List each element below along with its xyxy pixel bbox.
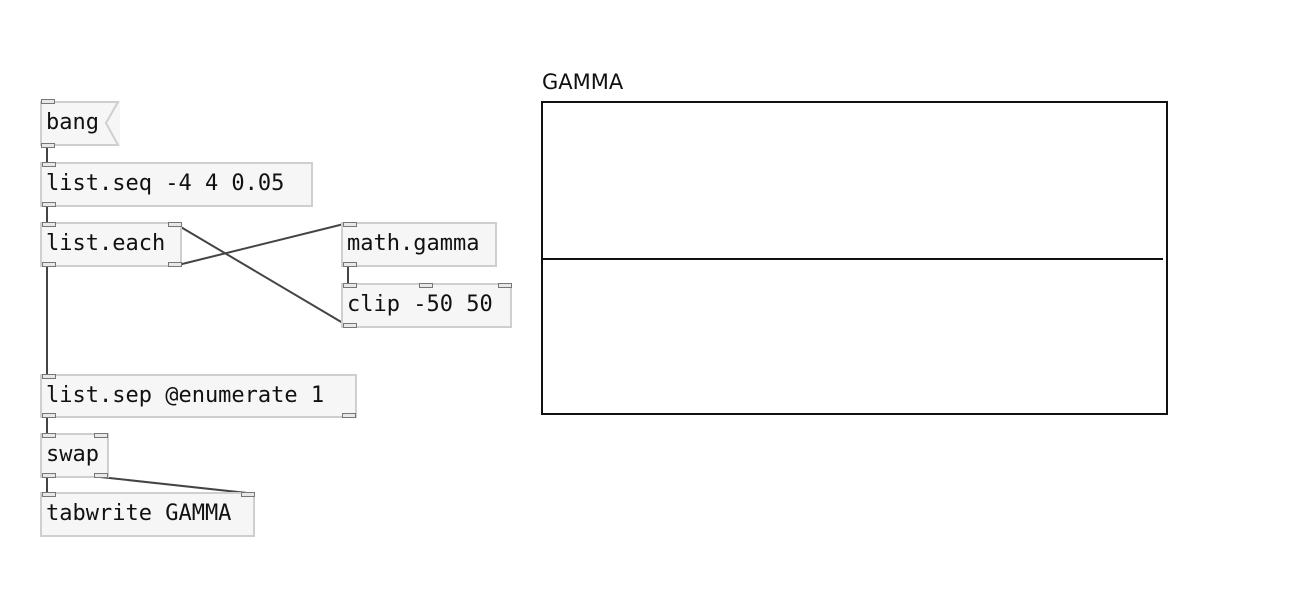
swap-label: swap [46,442,99,467]
outlet-right[interactable] [342,413,356,418]
inlet[interactable] [343,222,357,227]
list-seq-label: list.seq -4 4 0.05 [46,171,285,196]
outlet-left[interactable] [42,473,56,478]
bang-message[interactable]: bang [40,99,120,148]
cord-swap-right-to-tabwrite[interactable] [99,476,248,494]
patch-canvas[interactable]: bang list.seq -4 4 0.05 list.each math.g… [0,0,1294,596]
array-name-label: GAMMA [542,70,624,94]
list-each-label: list.each [46,231,166,256]
list-each-object[interactable]: list.each [40,222,182,267]
tabwrite-label: tabwrite GAMMA [46,501,232,526]
cord-clip-to-listeach-right[interactable] [173,222,349,327]
tabwrite-object[interactable]: tabwrite GAMMA [40,492,255,537]
outlet[interactable] [343,323,357,328]
inlet-left[interactable] [343,283,357,288]
inlet-left[interactable] [42,222,56,227]
math-gamma-object[interactable]: math.gamma [341,222,497,267]
clip-label: clip -50 50 [347,292,493,317]
list-sep-object[interactable]: list.sep @enumerate 1 [40,374,357,418]
inlet-right[interactable] [241,492,255,497]
array-plot-line [543,258,1163,260]
inlet-middle[interactable] [419,283,433,288]
inlet-left[interactable] [42,433,56,438]
cord-listeach-right-to-mathgamma[interactable] [173,222,349,267]
outlet[interactable] [41,143,55,148]
math-gamma-label: math.gamma [347,231,480,256]
outlet-left[interactable] [42,262,56,267]
outlet[interactable] [343,262,357,267]
inlet[interactable] [41,99,55,104]
list-sep-label: list.sep @enumerate 1 [46,383,325,408]
array-graph[interactable] [541,101,1168,415]
list-seq-object[interactable]: list.seq -4 4 0.05 [40,162,313,207]
inlet-left[interactable] [42,492,56,497]
bang-message-label: bang [46,110,99,135]
inlet[interactable] [42,374,56,379]
outlet-right[interactable] [94,473,108,478]
inlet-right[interactable] [168,222,182,227]
inlet-right[interactable] [94,433,108,438]
clip-object[interactable]: clip -50 50 [341,283,512,328]
outlet-left[interactable] [42,413,56,418]
inlet[interactable] [42,162,56,167]
outlet-right[interactable] [168,262,182,267]
inlet-right[interactable] [498,283,512,288]
swap-object[interactable]: swap [40,433,109,478]
outlet[interactable] [42,202,56,207]
